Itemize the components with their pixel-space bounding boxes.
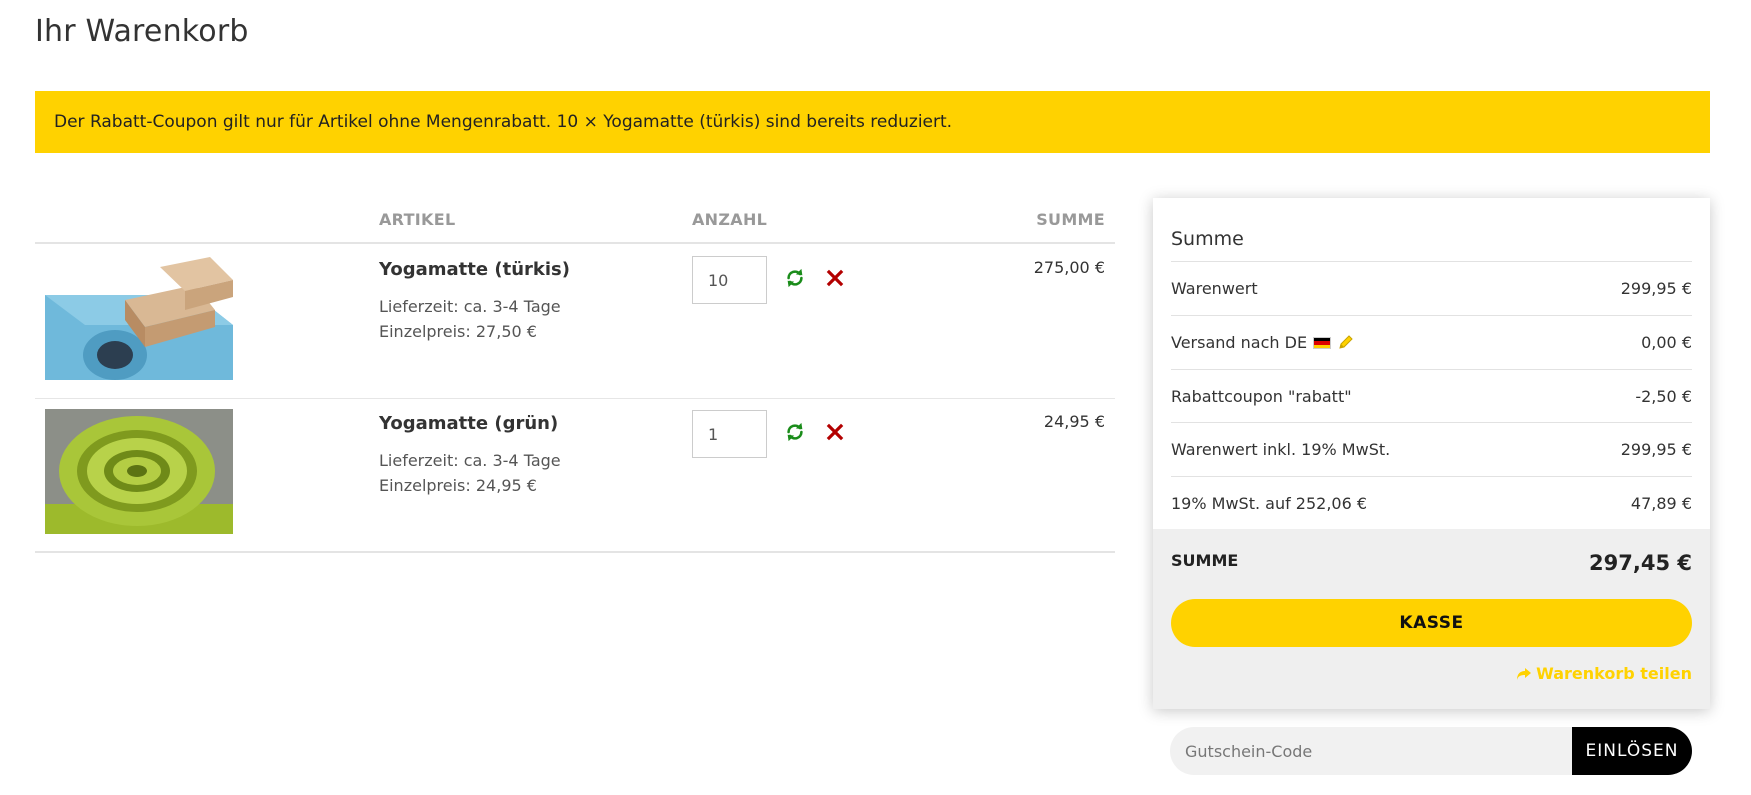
coupon-form: EINLÖSEN — [1170, 727, 1692, 775]
summary-line-gross: Warenwert inkl. 19% MwSt. 299,95 € — [1171, 422, 1692, 476]
coupon-notice-banner: Der Rabatt-Coupon gilt nur für Artikel o… — [35, 91, 1710, 153]
order-summary-panel: Summe Warenwert 299,95 € Versand nach DE… — [1153, 198, 1710, 709]
refresh-icon[interactable] — [784, 421, 806, 443]
summary-title: Summe — [1171, 228, 1244, 250]
close-icon[interactable] — [826, 269, 844, 287]
cart-row: Yogamatte (türkis) Lieferzeit: ca. 3-4 T… — [35, 245, 1115, 399]
column-header-summe: SUMME — [1036, 210, 1105, 229]
unit-price: Einzelpreis: 27,50 € — [379, 322, 537, 341]
yoga-mat-green-image[interactable] — [45, 409, 233, 534]
checkout-button[interactable]: KASSE — [1171, 599, 1692, 647]
summary-value: -2,50 € — [1635, 387, 1692, 406]
pencil-icon[interactable] — [1337, 333, 1355, 351]
german-flag-icon — [1313, 337, 1332, 349]
page-title: Ihr Warenkorb — [35, 14, 249, 49]
close-icon[interactable] — [826, 423, 844, 441]
summary-line-subtotal: Warenwert 299,95 € — [1171, 261, 1692, 315]
summary-value: 0,00 € — [1641, 333, 1692, 352]
summary-value: 299,95 € — [1620, 279, 1692, 298]
redeem-coupon-button[interactable]: EINLÖSEN — [1572, 727, 1692, 775]
column-header-artikel: ARTIKEL — [379, 210, 456, 229]
notice-text: Der Rabatt-Coupon gilt nur für Artikel o… — [54, 112, 953, 132]
line-total: 275,00 € — [1033, 258, 1105, 277]
summary-line-coupon: Rabattcoupon "rabatt" -2,50 € — [1171, 369, 1692, 423]
product-name[interactable]: Yogamatte (grün) — [379, 413, 558, 434]
line-total: 24,95 € — [1043, 412, 1105, 431]
summary-value: 47,89 € — [1630, 494, 1692, 513]
quantity-input[interactable] — [692, 256, 767, 304]
summary-line-vat: 19% MwSt. auf 252,06 € 47,89 € — [1171, 476, 1692, 530]
summary-value: 299,95 € — [1620, 440, 1692, 459]
cart-table-header: ARTIKEL ANZAHL SUMME — [35, 206, 1115, 244]
total-value: 297,45 € — [1589, 551, 1692, 575]
share-cart-label: Warenkorb teilen — [1536, 664, 1692, 683]
share-icon — [1517, 667, 1532, 680]
summary-label: 19% MwSt. auf 252,06 € — [1171, 494, 1368, 513]
delivery-time: Lieferzeit: ca. 3-4 Tage — [379, 451, 561, 470]
summary-label: Warenwert — [1171, 279, 1258, 298]
refresh-icon[interactable] — [784, 267, 806, 289]
summary-label: Versand nach DE — [1171, 333, 1308, 352]
summary-footer: SUMME 297,45 € KASSE Warenkorb teilen — [1153, 529, 1710, 709]
shipping-label-wrap: Versand nach DE — [1171, 333, 1355, 352]
product-name[interactable]: Yogamatte (türkis) — [379, 259, 570, 280]
share-cart-link[interactable]: Warenkorb teilen — [1516, 664, 1692, 683]
coupon-code-input[interactable] — [1170, 727, 1575, 775]
cart-row: Yogamatte (grün) Lieferzeit: ca. 3-4 Tag… — [35, 399, 1115, 553]
column-header-anzahl: ANZAHL — [692, 210, 768, 229]
total-label: SUMME — [1171, 551, 1239, 570]
unit-price: Einzelpreis: 24,95 € — [379, 476, 537, 495]
summary-label: Rabattcoupon "rabatt" — [1171, 387, 1352, 406]
summary-label: Warenwert inkl. 19% MwSt. — [1171, 440, 1391, 459]
yoga-mat-turquoise-image[interactable] — [45, 255, 233, 380]
delivery-time: Lieferzeit: ca. 3-4 Tage — [379, 297, 561, 316]
quantity-input[interactable] — [692, 410, 767, 458]
summary-line-shipping: Versand nach DE 0,00 € — [1171, 315, 1692, 369]
